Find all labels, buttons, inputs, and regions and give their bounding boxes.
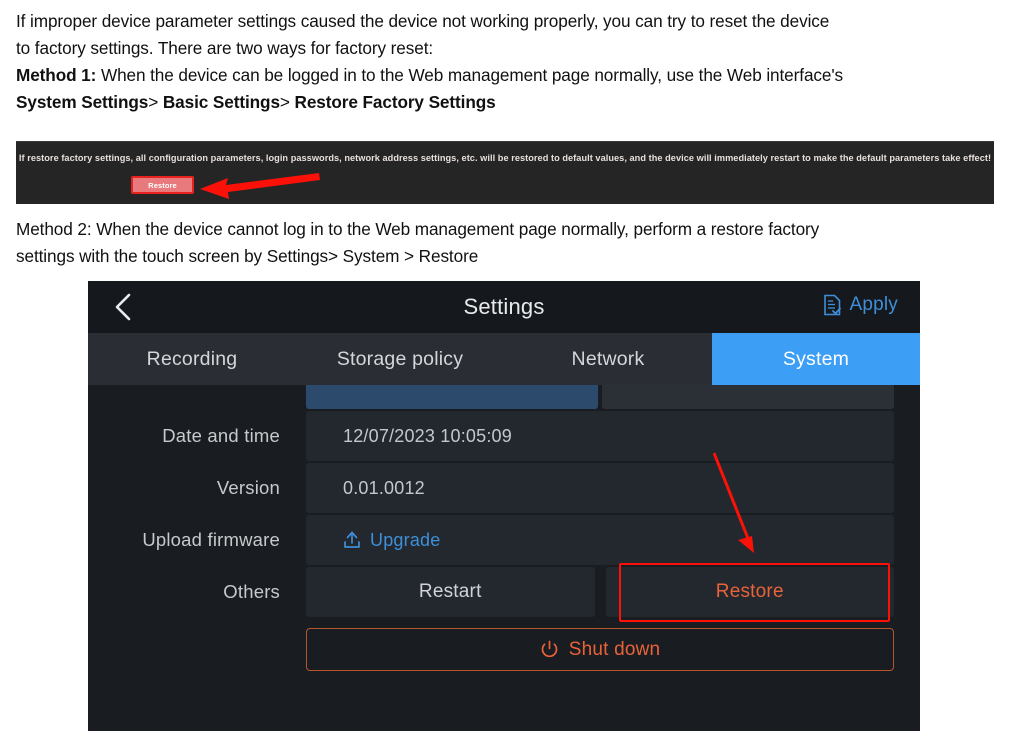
tab-bar: Recording Storage policy Network System [88, 333, 920, 385]
method2-sep-b: > [399, 246, 419, 266]
upgrade-button[interactable]: Upgrade [306, 515, 894, 565]
shutdown-button[interactable]: Shut down [306, 628, 894, 671]
segment-option-unselected[interactable] [602, 385, 894, 409]
segment-option-selected[interactable] [306, 385, 598, 409]
method1-path-restore-factory-settings: Restore Factory Settings [294, 92, 496, 112]
clipped-row-label [88, 385, 306, 409]
segmented-control[interactable] [306, 385, 894, 409]
method2-line2-pre: settings with the touch screen by [16, 246, 267, 266]
method2-path-settings: Settings [266, 246, 329, 266]
row-others: Others Restart Restore [88, 567, 920, 617]
method2-line-2: settings with the touch screen by Settin… [16, 243, 1002, 270]
method1-label: Method 1: [16, 65, 97, 85]
method1-path: System Settings> Basic Settings> Restore… [16, 89, 1002, 116]
chevron-left-icon[interactable] [108, 291, 140, 323]
method2-line-1: Method 2: When the device cannot log in … [16, 216, 1002, 243]
web-warning-text: If restore factory settings, all configu… [18, 153, 992, 163]
row-upload-firmware: Upload firmware Upgrade [88, 515, 920, 565]
method1-text: When the device can be logged in to the … [96, 65, 844, 85]
shutdown-label: Shut down [568, 638, 661, 660]
version-value: 0.01.0012 [306, 463, 894, 513]
row-version: Version 0.01.0012 [88, 463, 920, 513]
method1-path-basic-settings: Basic Settings [162, 92, 280, 112]
method1-sep-a: > [148, 92, 163, 112]
apply-button[interactable]: Apply [823, 294, 898, 316]
web-restore-button[interactable]: Restore [131, 176, 194, 194]
upload-icon [344, 531, 360, 548]
intro-line-2: to factory settings. There are two ways … [16, 38, 434, 58]
method2-text: When the device cannot log in to the Web… [91, 219, 820, 239]
tab-recording[interactable]: Recording [88, 333, 296, 385]
intro-line-1: If improper device parameter settings ca… [16, 11, 830, 31]
method2-sep-a: > [328, 246, 343, 266]
page-root: If improper device parameter settings ca… [0, 0, 1018, 748]
web-warning-banner: If restore factory settings, all configu… [16, 141, 994, 204]
tab-network[interactable]: Network [504, 333, 712, 385]
panel-header: Settings Apply [88, 281, 920, 333]
method2-paragraph: Method 2: When the device cannot log in … [16, 216, 1002, 270]
clipped-segmented-row [88, 385, 920, 409]
method2-label: Method 2: [16, 219, 92, 239]
method2-path-restore: Restore [418, 246, 479, 266]
restore-button[interactable]: Restore [605, 567, 894, 617]
row-label-version: Version [216, 477, 280, 498]
tab-storage-policy[interactable]: Storage policy [296, 333, 504, 385]
row-shutdown: Shut down [88, 628, 920, 671]
upgrade-label: Upgrade [370, 529, 441, 550]
tab-system[interactable]: System [712, 333, 920, 385]
method1-path-system-settings: System Settings [16, 92, 149, 112]
intro-paragraph: If improper device parameter settings ca… [16, 8, 1002, 116]
date-and-time-field[interactable]: 12/07/2023 10:05:09 [306, 411, 894, 461]
power-icon [541, 640, 558, 658]
method1-line: Method 1: When the device can be logged … [16, 62, 1002, 89]
row-label-upload-firmware: Upload firmware [142, 529, 280, 550]
method1-sep-b: > [279, 92, 295, 112]
restart-button[interactable]: Restart [306, 567, 595, 617]
method2-path-system: System [342, 246, 400, 266]
document-check-icon [824, 294, 842, 316]
row-label-date-and-time: Date and time [162, 425, 280, 446]
page-title: Settings [463, 294, 545, 319]
row-date-and-time: Date and time 12/07/2023 10:05:09 [88, 411, 920, 461]
settings-list: Date and time 12/07/2023 10:05:09 Versio… [88, 385, 920, 731]
apply-label: Apply [849, 294, 898, 315]
shutdown-spacer [88, 628, 306, 671]
others-buttons: Restart Restore [306, 567, 894, 617]
chevron-left-glyph [115, 293, 131, 321]
row-label-others: Others [223, 581, 280, 602]
touch-screen-panel: Settings Apply Recording Storage policy … [88, 281, 920, 731]
